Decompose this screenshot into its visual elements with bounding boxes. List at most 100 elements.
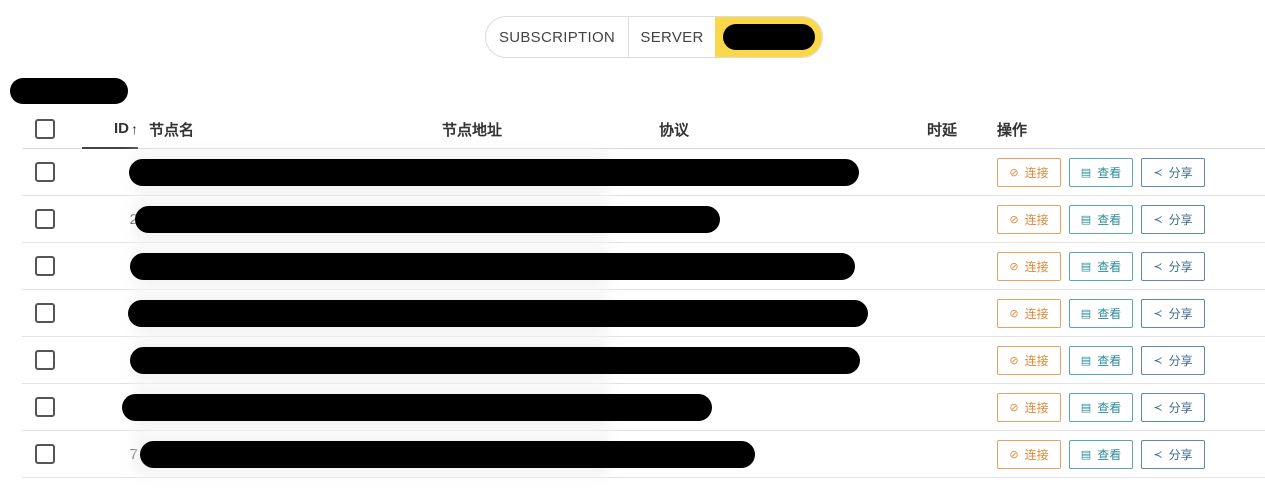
connect-button[interactable]: ⊘ 连接 [997, 439, 1061, 469]
share-button[interactable]: ≺ 分享 [1141, 392, 1205, 422]
select-all-checkbox[interactable] [35, 119, 55, 139]
row-redaction [130, 347, 860, 374]
tab-active-redacted[interactable] [715, 17, 822, 57]
row-actions: ⊘ 连接 ▤ 查看 ≺ 分享 [997, 431, 1213, 477]
document-icon: ▤ [1080, 260, 1092, 273]
share-button[interactable]: ≺ 分享 [1141, 298, 1205, 328]
share-button[interactable]: ≺ 分享 [1141, 439, 1205, 469]
select-all-cell [35, 110, 55, 148]
arrow-up-icon: ↑ [131, 120, 138, 137]
row-actions: ⊘ 连接 ▤ 查看 ≺ 分享 [997, 149, 1213, 195]
connect-button[interactable]: ⊘ 连接 [997, 392, 1061, 422]
row-checkbox[interactable] [35, 303, 55, 323]
header-actions: 操作 [997, 121, 1028, 139]
share-icon: ≺ [1153, 401, 1163, 414]
document-icon: ▤ [1080, 166, 1092, 179]
table-row: 5 ⊘ 连接 ▤ 查看 ≺ 分享 [22, 337, 1265, 384]
view-button[interactable]: ▤ 查看 [1069, 392, 1133, 422]
row-checkbox[interactable] [35, 444, 55, 464]
row-checkbox[interactable] [35, 209, 55, 229]
row-check-cell [35, 431, 55, 477]
row-redaction [130, 253, 855, 280]
row-actions: ⊘ 连接 ▤ 查看 ≺ 分享 [997, 243, 1213, 289]
header-id[interactable]: ID ↑ [82, 110, 138, 149]
share-icon: ≺ [1153, 166, 1163, 179]
table-row: 1 ⊘ 连接 ▤ 查看 ≺ 分享 [22, 149, 1265, 196]
share-label: 分享 [1168, 447, 1193, 462]
view-label: 查看 [1097, 447, 1122, 462]
share-label: 分享 [1168, 165, 1193, 180]
share-label: 分享 [1168, 259, 1193, 274]
connect-label: 连接 [1024, 447, 1049, 462]
share-label: 分享 [1168, 212, 1193, 227]
connect-label: 连接 [1024, 259, 1049, 274]
connect-button[interactable]: ⊘ 连接 [997, 204, 1061, 234]
view-button[interactable]: ▤ 查看 [1069, 251, 1133, 281]
share-button[interactable]: ≺ 分享 [1141, 157, 1205, 187]
row-check-cell [35, 149, 55, 195]
view-button[interactable]: ▤ 查看 [1069, 298, 1133, 328]
row-actions: ⊘ 连接 ▤ 查看 ≺ 分享 [997, 196, 1213, 242]
share-icon: ≺ [1153, 448, 1163, 461]
document-icon: ▤ [1080, 448, 1092, 461]
connect-button[interactable]: ⊘ 连接 [997, 251, 1061, 281]
view-button[interactable]: ▤ 查看 [1069, 439, 1133, 469]
tab-server[interactable]: SERVER [629, 17, 715, 57]
row-check-cell [35, 196, 55, 242]
link-icon: ⊘ [1009, 354, 1019, 367]
row-check-cell [35, 337, 55, 383]
row-redaction [129, 159, 859, 186]
share-button[interactable]: ≺ 分享 [1141, 251, 1205, 281]
document-icon: ▤ [1080, 354, 1092, 367]
row-checkbox[interactable] [35, 350, 55, 370]
share-icon: ≺ [1153, 213, 1163, 226]
table-row: 4 ⊘ 连接 ▤ 查看 ≺ 分享 [22, 290, 1265, 337]
view-button[interactable]: ▤ 查看 [1069, 157, 1133, 187]
row-id: 7 [82, 431, 138, 477]
row-actions: ⊘ 连接 ▤ 查看 ≺ 分享 [997, 290, 1213, 336]
view-button[interactable]: ▤ 查看 [1069, 345, 1133, 375]
tab-subscription[interactable]: SUBSCRIPTION [486, 17, 629, 57]
connect-label: 连接 [1024, 165, 1049, 180]
share-button[interactable]: ≺ 分享 [1141, 204, 1205, 234]
connect-button[interactable]: ⊘ 连接 [997, 157, 1061, 187]
link-icon: ⊘ [1009, 166, 1019, 179]
share-icon: ≺ [1153, 260, 1163, 273]
share-label: 分享 [1168, 400, 1193, 415]
link-icon: ⊘ [1009, 401, 1019, 414]
row-actions: ⊘ 连接 ▤ 查看 ≺ 分享 [997, 384, 1213, 430]
row-actions: ⊘ 连接 ▤ 查看 ≺ 分享 [997, 337, 1213, 383]
link-icon: ⊘ [1009, 260, 1019, 273]
row-check-cell [35, 290, 55, 336]
document-icon: ▤ [1080, 307, 1092, 320]
row-checkbox[interactable] [35, 256, 55, 276]
view-label: 查看 [1097, 353, 1122, 368]
view-button[interactable]: ▤ 查看 [1069, 204, 1133, 234]
share-icon: ≺ [1153, 307, 1163, 320]
row-check-cell [35, 384, 55, 430]
table-row: 2 ⊘ 连接 ▤ 查看 ≺ 分享 [22, 196, 1265, 243]
view-label: 查看 [1097, 165, 1122, 180]
header-id-label: ID [114, 120, 129, 137]
connect-label: 连接 [1024, 212, 1049, 227]
row-id: 2 [82, 196, 138, 242]
row-redaction [128, 300, 868, 327]
row-checkbox[interactable] [35, 162, 55, 182]
section-title-redacted [10, 78, 128, 104]
share-label: 分享 [1168, 306, 1193, 321]
link-icon: ⊘ [1009, 307, 1019, 320]
table-body: 1 ⊘ 连接 ▤ 查看 ≺ 分享 2 [22, 149, 1265, 478]
node-table: ID ↑ 节点名 节点地址 协议 时延 操作 1 ⊘ 连接 ▤ 查看 [22, 110, 1265, 478]
redaction-mark [722, 24, 815, 50]
row-checkbox[interactable] [35, 397, 55, 417]
header-latency: 时延 [927, 121, 958, 139]
connect-button[interactable]: ⊘ 连接 [997, 345, 1061, 375]
share-label: 分享 [1168, 353, 1193, 368]
header-protocol: 协议 [659, 121, 690, 139]
row-redaction [135, 206, 720, 233]
header-address: 节点地址 [442, 121, 503, 139]
view-label: 查看 [1097, 259, 1122, 274]
document-icon: ▤ [1080, 213, 1092, 226]
share-button[interactable]: ≺ 分享 [1141, 345, 1205, 375]
connect-button[interactable]: ⊘ 连接 [997, 298, 1061, 328]
